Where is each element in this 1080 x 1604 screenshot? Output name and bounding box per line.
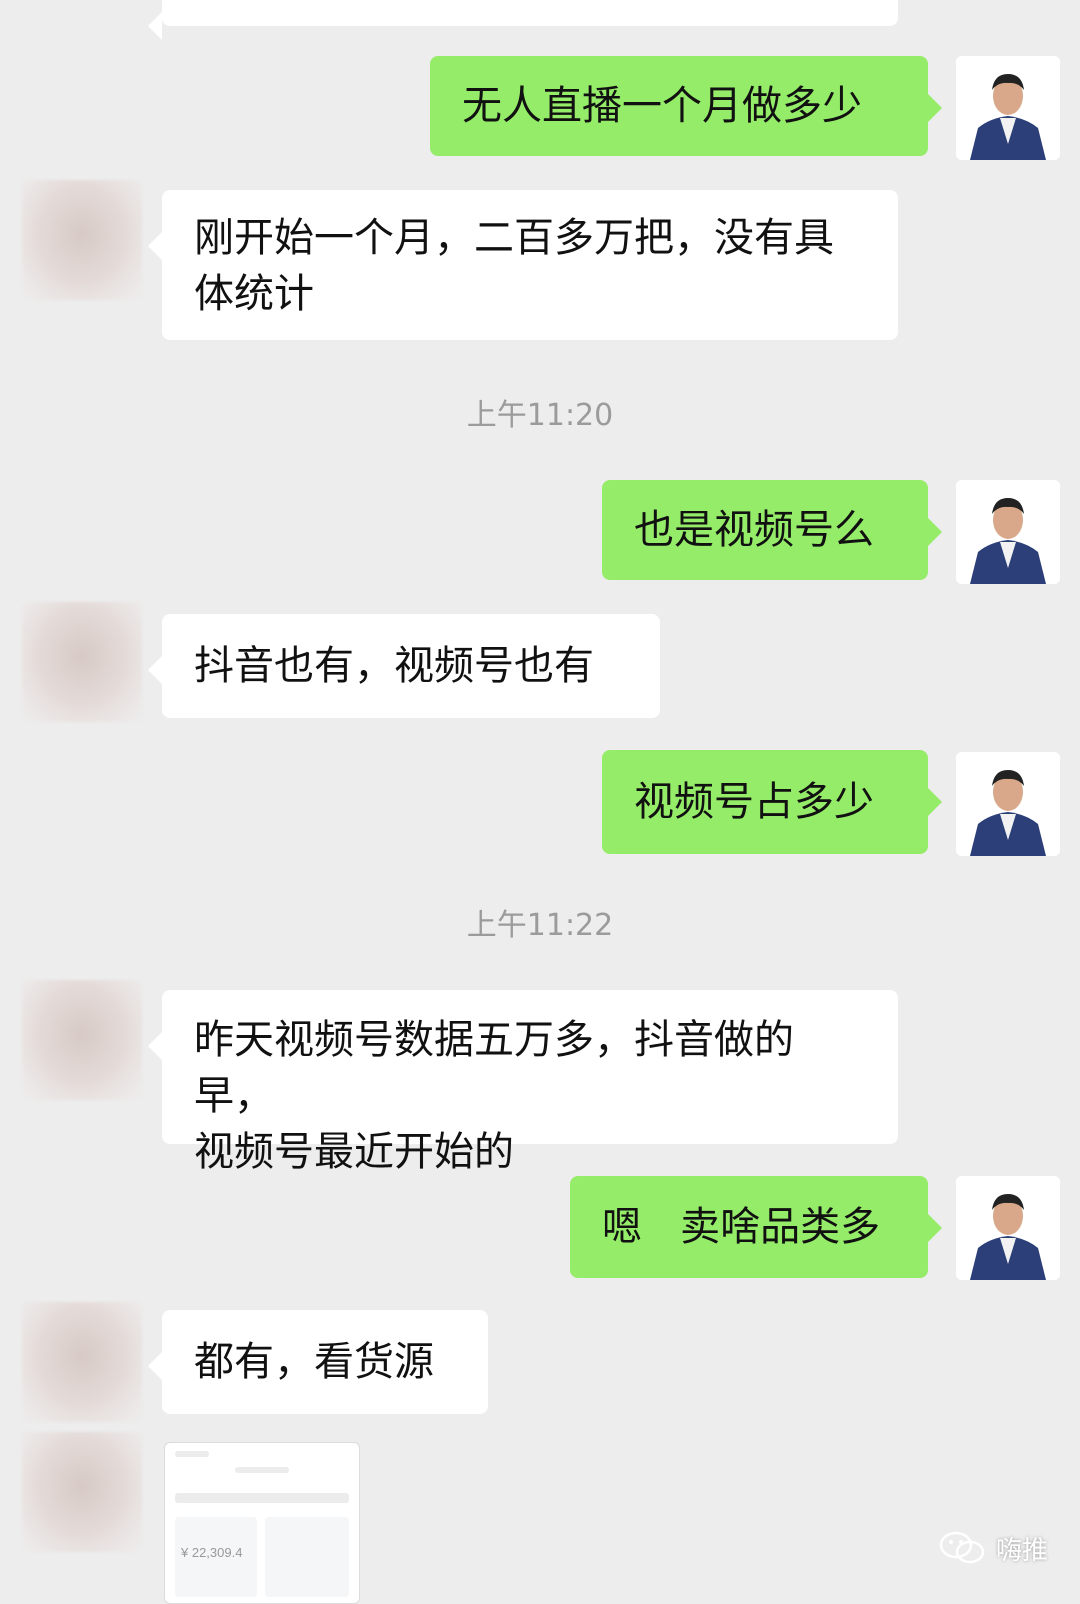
message-bubble-self[interactable]: 无人直播一个月做多少 [430,56,942,156]
self-avatar[interactable] [956,480,1060,584]
contact-avatar[interactable] [22,1302,142,1422]
person-icon [956,480,1060,584]
message-text: 也是视频号么 [634,507,874,553]
message-text: 视频号占多少 [634,779,874,825]
person-icon [956,56,1060,160]
self-avatar[interactable] [956,1176,1060,1280]
message-bubble-contact[interactable]: 昨天视频号数据五万多，抖音做的早， 视频号最近开始的 [148,990,898,1175]
amount-text: ¥ 22,309.4 [181,1545,243,1560]
message-text-line: 昨天视频号数据五万多，抖音做的早， [194,1017,794,1119]
self-avatar[interactable] [956,752,1060,856]
message-bubble-self[interactable]: 视频号占多少 [602,750,942,854]
self-avatar[interactable] [956,56,1060,160]
person-icon [956,752,1060,856]
contact-avatar[interactable] [22,1432,142,1552]
timestamp: 上午11:20 [466,398,614,433]
contact-avatar[interactable] [22,180,142,300]
message-text: 嗯 卖啥品类多 [602,1204,881,1250]
image-message[interactable]: ¥ 22,309.4 [164,1442,360,1604]
message-bubble-self[interactable]: 嗯 卖啥品类多 [570,1176,942,1278]
watermark-text: 嗨推 [996,1535,1049,1566]
contact-avatar[interactable] [22,602,142,722]
message-text: 抖音也有，视频号也有 [194,643,594,689]
message-text-line: 刚开始一个月，二百多万把，没有具 [194,215,834,261]
message-bubble-contact[interactable]: 都有，看货源 [148,1310,488,1414]
message-text-line: 视频号最近开始的 [194,1129,514,1175]
message-bubble-contact[interactable]: 抖音也有，视频号也有 [148,614,660,718]
message-bubble-contact[interactable]: 刚开始一个月，二百多万把，没有具 体统计 [148,190,898,340]
message-text: 无人直播一个月做多少 [462,83,862,129]
contact-avatar[interactable] [22,980,142,1100]
wechat-icon [939,1531,985,1564]
timestamp: 上午11:22 [466,908,614,943]
message-text-line: 体统计 [194,271,314,317]
watermark: 嗨推 [938,1520,1048,1576]
message-bubble-self[interactable]: 也是视频号么 [602,480,942,580]
person-icon [956,1176,1060,1280]
message-bubble-partial[interactable] [148,0,898,40]
message-text: 都有，看货源 [194,1339,434,1385]
